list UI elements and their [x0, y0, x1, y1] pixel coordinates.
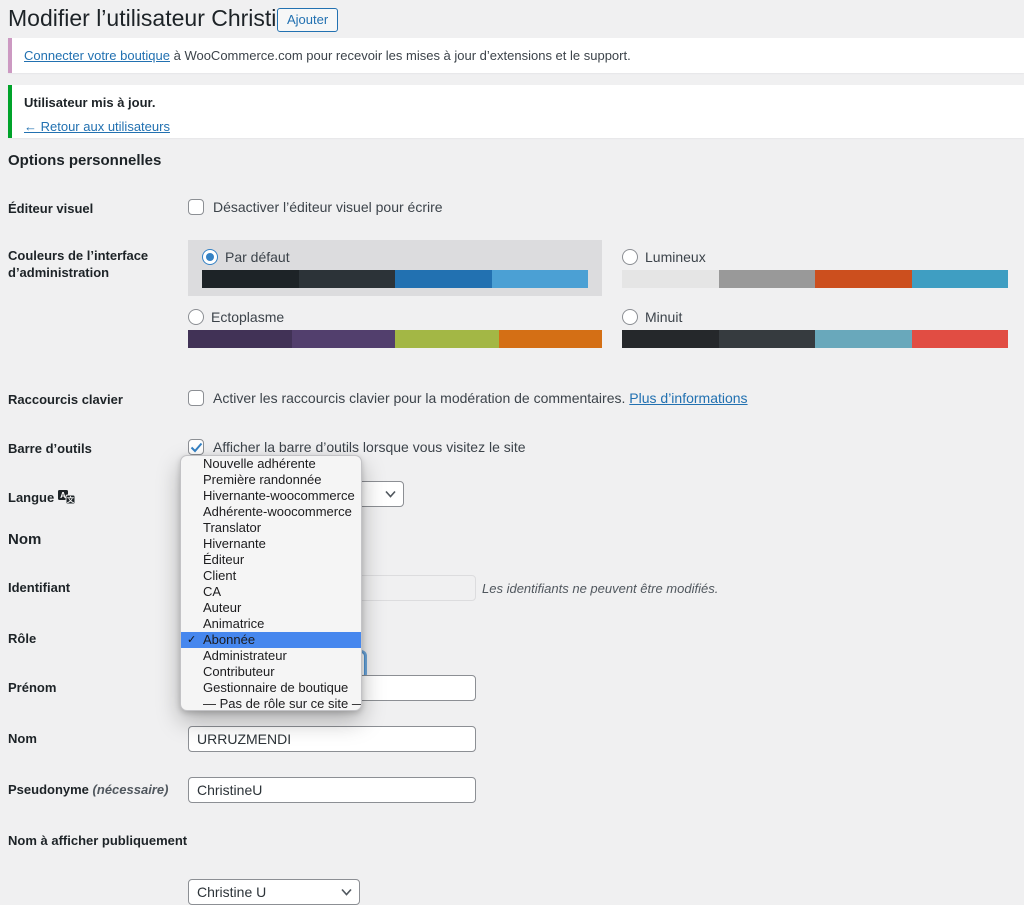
chevron-down-icon	[385, 490, 396, 498]
role-menu-item-label: Abonnée	[203, 632, 255, 647]
keyboard-shortcuts-checkbox-label: Activer les raccourcis clavier pour la m…	[213, 390, 625, 406]
last-name-label: Nom	[8, 732, 180, 746]
woocommerce-notice: Connecter votre boutique à WooCommerce.c…	[8, 38, 1024, 73]
color-scheme-option-default[interactable]: Par défaut	[188, 240, 602, 296]
keyboard-shortcuts-label: Raccourcis clavier	[8, 391, 180, 408]
role-dropdown-menu: Nouvelle adhérente Première randonnée Hi…	[180, 455, 362, 711]
visual-editor-checkbox[interactable]	[188, 199, 204, 215]
swatch	[499, 330, 603, 348]
role-menu-item-selected[interactable]: ✓ Abonnée	[181, 632, 361, 648]
toolbar-row: Afficher la barre d’outils lorsque vous …	[188, 439, 526, 456]
role-label: Rôle	[8, 632, 180, 646]
admin-colors-label: Couleurs de l’interface d’administration	[8, 247, 180, 281]
color-scheme-name: Ectoplasme	[211, 309, 284, 325]
last-name-input[interactable]	[188, 726, 476, 752]
name-section-heading: Nom	[8, 531, 41, 548]
display-name-select-value: Christine U	[197, 884, 266, 900]
first-name-label: Prénom	[8, 681, 180, 695]
user-updated-notice: Utilisateur mis à jour. ← Retour aux uti…	[8, 85, 1024, 138]
connect-store-link[interactable]: Connecter votre boutique	[24, 48, 170, 63]
color-scheme-picker: Par défaut Lumineux Ectoplasme Minuit	[188, 240, 1008, 356]
role-menu-item[interactable]: Animatrice	[181, 616, 361, 632]
nickname-label: Pseudonyme (nécessaire)	[8, 783, 180, 797]
role-menu-item[interactable]: Première randonnée	[181, 472, 361, 488]
swatch	[912, 270, 1009, 288]
color-scheme-radio-midnight[interactable]	[622, 309, 638, 325]
chevron-down-icon	[341, 888, 352, 896]
display-name-select[interactable]: Christine U	[188, 879, 360, 905]
swatch	[299, 270, 396, 288]
user-updated-message: Utilisateur mis à jour.	[24, 95, 1012, 110]
color-scheme-name: Minuit	[645, 309, 682, 325]
svg-text:文: 文	[67, 495, 75, 504]
nickname-label-text: Pseudonyme	[8, 782, 89, 797]
color-scheme-option-midnight[interactable]: Minuit	[622, 300, 1008, 356]
language-label-text: Langue	[8, 490, 54, 505]
color-scheme-option-ectoplasm[interactable]: Ectoplasme	[188, 300, 602, 356]
color-scheme-radio-ectoplasm[interactable]	[188, 309, 204, 325]
translation-icon: A文	[58, 490, 75, 508]
role-menu-item[interactable]: — Pas de rôle sur ce site —	[181, 696, 361, 711]
color-scheme-name: Par défaut	[225, 249, 290, 265]
nickname-required-note: (nécessaire)	[93, 782, 169, 797]
role-menu-item[interactable]: Adhérente-woocommerce	[181, 504, 361, 520]
toolbar-checkbox[interactable]	[188, 439, 204, 455]
personal-options-heading: Options personnelles	[8, 152, 161, 169]
check-icon	[190, 442, 203, 453]
add-user-button[interactable]: Ajouter	[277, 8, 338, 32]
role-menu-item[interactable]: Gestionnaire de boutique	[181, 680, 361, 696]
swatch	[492, 270, 589, 288]
color-scheme-swatches	[188, 330, 602, 348]
back-to-users-link[interactable]: ← Retour aux utilisateurs	[24, 119, 170, 134]
admin-colors-label-line2: d’administration	[8, 264, 180, 281]
checkmark-icon: ✓	[187, 632, 196, 648]
language-label: Langue A文	[8, 489, 180, 508]
role-menu-item[interactable]: Hivernante	[181, 536, 361, 552]
swatch	[815, 270, 912, 288]
display-name-label: Nom à afficher publiquement	[8, 834, 188, 848]
swatch	[395, 270, 492, 288]
color-scheme-radio-light[interactable]	[622, 249, 638, 265]
role-menu-item[interactable]: Auteur	[181, 600, 361, 616]
role-menu-item[interactable]: Éditeur	[181, 552, 361, 568]
swatch	[719, 270, 816, 288]
swatch	[622, 270, 719, 288]
color-scheme-name: Lumineux	[645, 249, 706, 265]
swatch	[815, 330, 912, 348]
swatch	[395, 330, 499, 348]
role-menu-item[interactable]: Administrateur	[181, 648, 361, 664]
visual-editor-row: Désactiver l’éditeur visuel pour écrire	[188, 199, 443, 216]
visual-editor-label: Éditeur visuel	[8, 200, 180, 217]
swatch	[188, 330, 292, 348]
role-menu-item[interactable]: Hivernante-woocommerce	[181, 488, 361, 504]
role-menu-item[interactable]: Contributeur	[181, 664, 361, 680]
color-scheme-option-light[interactable]: Lumineux	[622, 240, 1008, 296]
svg-text:A: A	[60, 491, 66, 500]
keyboard-shortcuts-checkbox[interactable]	[188, 390, 204, 406]
color-scheme-swatches	[202, 270, 588, 288]
color-scheme-swatches	[622, 270, 1008, 288]
role-menu-item[interactable]: Translator	[181, 520, 361, 536]
swatch	[292, 330, 396, 348]
username-note: Les identifiants ne peuvent être modifié…	[482, 581, 718, 596]
role-menu-item[interactable]: CA	[181, 584, 361, 600]
admin-colors-label-line1: Couleurs de l’interface	[8, 247, 180, 264]
color-scheme-radio-default[interactable]	[202, 249, 218, 265]
color-scheme-swatches	[622, 330, 1008, 348]
more-information-link[interactable]: Plus d’informations	[629, 390, 747, 406]
toolbar-label: Barre d’outils	[8, 440, 180, 457]
swatch	[912, 330, 1009, 348]
swatch	[719, 330, 816, 348]
visual-editor-checkbox-label: Désactiver l’éditeur visuel pour écrire	[213, 199, 443, 216]
keyboard-shortcuts-row: Activer les raccourcis clavier pour la m…	[188, 390, 748, 407]
swatch	[622, 330, 719, 348]
role-menu-item[interactable]: Client	[181, 568, 361, 584]
swatch	[202, 270, 299, 288]
role-menu-item[interactable]: Nouvelle adhérente	[181, 456, 361, 472]
woocommerce-notice-text: à WooCommerce.com pour recevoir les mise…	[170, 48, 631, 63]
nickname-input[interactable]	[188, 777, 476, 803]
username-label: Identifiant	[8, 581, 180, 595]
toolbar-checkbox-label: Afficher la barre d’outils lorsque vous …	[213, 439, 526, 456]
